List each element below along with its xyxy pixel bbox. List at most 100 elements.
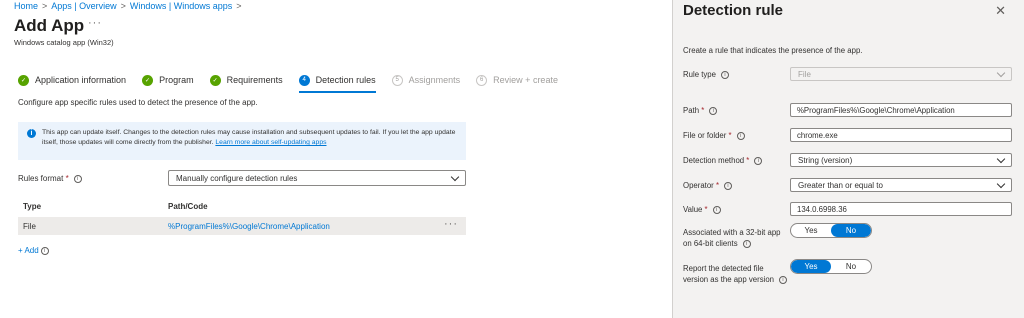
chevron-down-icon	[996, 154, 1006, 163]
assoc-32bit-toggle[interactable]: Yes No	[790, 223, 872, 238]
breadcrumb-separator: >	[120, 1, 126, 11]
required-asterisk: *	[704, 205, 708, 214]
info-icon[interactable]: i	[742, 239, 751, 248]
row-type: File	[23, 222, 36, 231]
path-label: Path * i	[683, 105, 718, 116]
rules-table-header: Type Path/Code	[18, 200, 466, 214]
rule-type-dropdown[interactable]: File	[790, 67, 1012, 81]
panel-title: Detection rule	[683, 2, 784, 19]
table-row[interactable]: File %ProgramFiles%\Google\Chrome\Applic…	[18, 217, 466, 235]
column-header-path: Path/Code	[168, 202, 208, 211]
operator-label-text: Operator	[683, 181, 714, 190]
operator-label: Operator * i	[683, 180, 732, 191]
required-asterisk: *	[715, 181, 719, 190]
chevron-down-icon	[450, 172, 460, 181]
required-asterisk: *	[746, 156, 750, 165]
self-updating-apps-link[interactable]: Learn more about self-updating apps	[215, 139, 326, 146]
assoc-32bit-label-line1: Associated with a 32-bit app	[683, 228, 781, 237]
file-or-folder-label-text: File or folder	[683, 131, 727, 140]
detection-method-dropdown[interactable]: String (version)	[790, 153, 1012, 167]
step-label: Detection rules	[315, 75, 376, 85]
rule-type-label: Rule type i	[683, 69, 729, 80]
assoc-32bit-label-line2: on 64-bit clients	[683, 239, 738, 248]
value-input[interactable]: 134.0.6998.36	[790, 202, 1012, 216]
toggle-yes[interactable]: Yes	[791, 224, 831, 237]
assoc-32bit-label: Associated with a 32-bit app on 64-bit c…	[683, 227, 781, 249]
report-version-label-line2: version as the app version	[683, 275, 775, 284]
required-asterisk: *	[65, 174, 69, 183]
step-requirements[interactable]: ✓ Requirements	[209, 72, 283, 88]
page-subtitle: Windows catalog app (Win32)	[14, 38, 114, 47]
step-label: Review + create	[493, 75, 558, 85]
detection-rule-panel: Detection rule ✕ Create a rule that indi…	[672, 0, 1024, 318]
info-banner: i This app can update itself. Changes to…	[18, 122, 466, 160]
rule-type-label-text: Rule type	[683, 70, 716, 79]
step-app-information[interactable]: ✓ Application information	[18, 72, 126, 88]
add-rule-label: + Add	[18, 246, 39, 255]
info-icon: i	[27, 129, 36, 138]
check-icon: ✓	[209, 74, 221, 86]
panel-description: Create a rule that indicates the presenc…	[683, 46, 863, 55]
wizard-steps: ✓ Application information ✓ Program ✓ Requi…	[18, 72, 574, 93]
breadcrumb-separator: >	[236, 1, 242, 11]
report-version-label-line1: Report the detected file	[683, 264, 764, 273]
info-icon[interactable]: i	[736, 131, 745, 140]
row-path[interactable]: %ProgramFiles%\Google\Chrome\Application	[168, 222, 330, 231]
step-review-create[interactable]: 6 Review + create	[476, 72, 558, 88]
rules-format-label-text: Rules format	[18, 174, 64, 183]
step-number-badge: 5	[391, 74, 403, 86]
file-or-folder-input[interactable]: chrome.exe	[790, 128, 1012, 142]
step-label: Assignments	[408, 75, 461, 85]
chevron-down-icon	[996, 179, 1006, 188]
report-version-label: Report the detected file version as the …	[683, 263, 788, 285]
info-icon[interactable]: i	[40, 246, 49, 255]
step-number-badge: 6	[476, 74, 488, 86]
close-icon[interactable]: ✕	[995, 3, 1006, 19]
info-icon[interactable]: i	[779, 275, 788, 284]
toggle-no[interactable]: No	[831, 260, 871, 273]
check-icon: ✓	[18, 74, 29, 86]
toggle-yes[interactable]: Yes	[791, 260, 831, 273]
breadcrumb-separator: >	[42, 1, 48, 11]
add-rule-button[interactable]: + Add i	[18, 246, 49, 255]
info-icon[interactable]: i	[724, 181, 732, 190]
column-header-type: Type	[23, 202, 42, 211]
info-icon[interactable]: i	[73, 174, 82, 183]
rules-format-dropdown[interactable]: Manually configure detection rules	[168, 170, 466, 186]
path-input[interactable]: %ProgramFiles%\Google\Chrome\Application	[790, 103, 1012, 117]
value-label: Value * i	[683, 204, 721, 215]
step-assignments[interactable]: 5 Assignments	[391, 72, 461, 88]
chevron-down-icon	[996, 68, 1006, 77]
path-label-text: Path	[683, 106, 700, 115]
step-label: Application information	[35, 75, 127, 85]
detection-method-value: String (version)	[798, 155, 853, 165]
more-options-icon[interactable]: ···	[88, 17, 102, 29]
detection-method-label-text: Detection method	[683, 156, 745, 165]
file-or-folder-label: File or folder * i	[683, 130, 745, 141]
operator-dropdown[interactable]: Greater than or equal to	[790, 178, 1012, 192]
breadcrumb-apps-overview[interactable]: Apps | Overview	[51, 1, 116, 11]
info-icon[interactable]: i	[712, 205, 721, 214]
add-app-page: Home > Apps | Overview > Windows | Windows a…	[0, 0, 672, 318]
step-detection-rules[interactable]: 4 Detection rules	[298, 72, 376, 93]
report-version-toggle[interactable]: Yes No	[790, 259, 872, 274]
breadcrumb: Home > Apps | Overview > Windows | Windows a…	[14, 1, 246, 11]
row-more-icon[interactable]: ···	[444, 218, 458, 230]
check-icon: ✓	[142, 74, 154, 86]
info-icon[interactable]: i	[720, 70, 729, 79]
step-number-badge: 4	[298, 74, 310, 86]
rule-type-value: File	[798, 69, 811, 79]
info-icon[interactable]: i	[709, 106, 718, 115]
page-title: Add App	[14, 16, 85, 35]
intro-text: Configure app specific rules used to det…	[18, 98, 258, 107]
required-asterisk: *	[701, 106, 705, 115]
info-icon[interactable]: i	[754, 156, 763, 165]
step-label: Program	[159, 75, 194, 85]
step-program[interactable]: ✓ Program	[142, 72, 194, 88]
required-asterisk: *	[728, 131, 732, 140]
breadcrumb-windows-apps[interactable]: Windows | Windows apps	[130, 1, 232, 11]
toggle-no[interactable]: No	[831, 224, 871, 237]
breadcrumb-home[interactable]: Home	[14, 1, 38, 11]
rules-format-label: Rules format * i	[18, 174, 82, 183]
detection-method-label: Detection method * i	[683, 155, 763, 166]
